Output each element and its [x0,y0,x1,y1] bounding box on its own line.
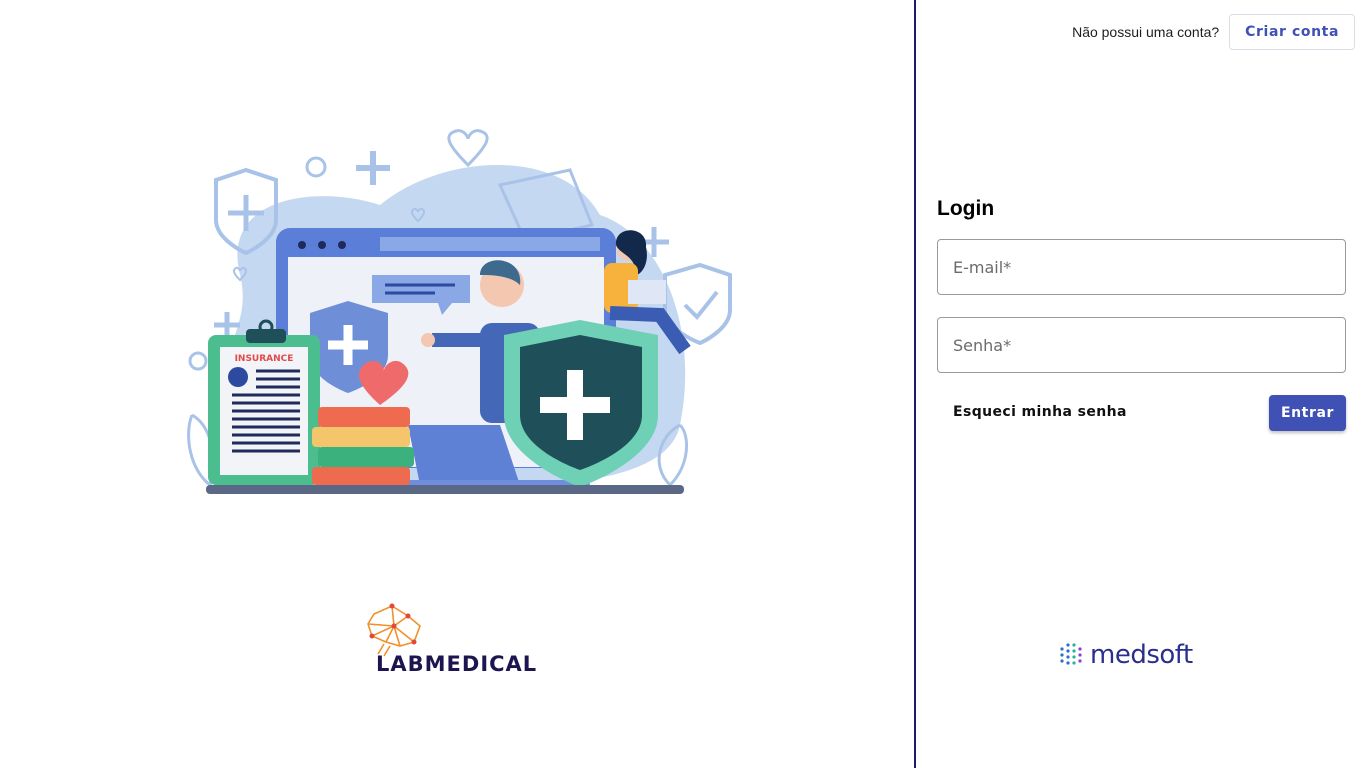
labmedical-wordmark: LABMEDICAL [376,652,538,676]
illustration-panel: INSURANCE LABMEDICAL [0,0,914,768]
forgot-password-link[interactable]: Esqueci minha senha [953,404,1127,420]
medsoft-logo: medsoft [1058,638,1218,672]
create-account-button[interactable]: Criar conta [1229,14,1355,50]
insurance-card-label: INSURANCE [235,354,294,364]
signup-prompt-text: Não possui uma conta? [1072,24,1220,40]
login-title: Login [937,197,995,220]
email-field [937,239,1346,295]
labmedical-brain-icon [367,603,421,657]
medsoft-dots-icon [1060,643,1082,665]
labmedical-logo: LABMEDICAL [362,600,552,680]
healthcare-illustration: INSURANCE [187,129,732,494]
login-page: INSURANCE LABMEDICAL Não possui uma cont… [0,0,1366,768]
password-input[interactable] [938,318,1345,372]
medsoft-wordmark: medsoft [1090,640,1193,670]
login-panel: Não possui uma conta? Criar conta Login … [916,0,1366,768]
signup-prompt-row: Não possui uma conta? Criar conta [1072,14,1355,50]
email-input[interactable] [938,240,1345,294]
login-submit-button[interactable]: Entrar [1269,395,1346,431]
password-field [937,317,1346,373]
